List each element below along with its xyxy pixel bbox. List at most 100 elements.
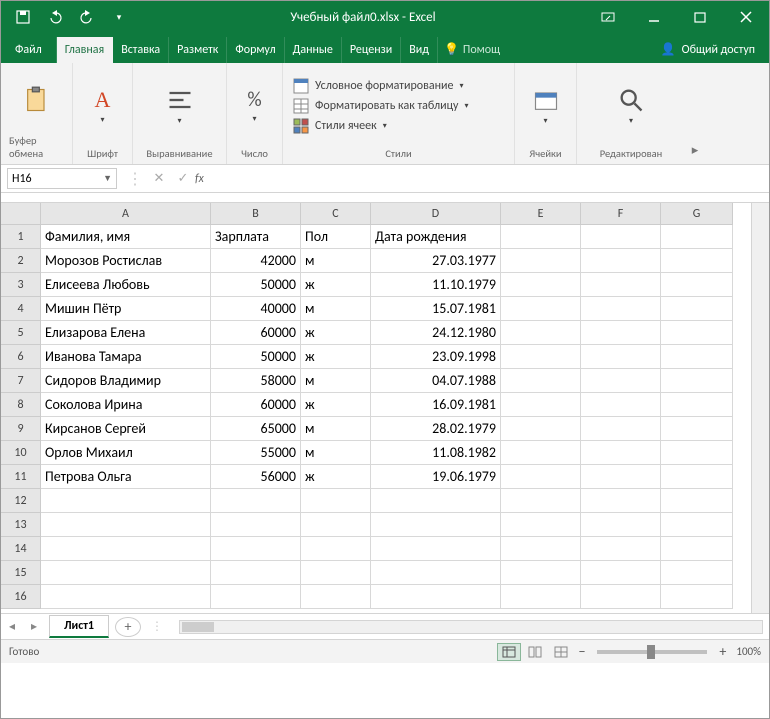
- cell[interactable]: [661, 297, 733, 321]
- cell[interactable]: [661, 249, 733, 273]
- row-header[interactable]: 6: [1, 345, 41, 369]
- row-header[interactable]: 14: [1, 537, 41, 561]
- tab-data[interactable]: Данные: [285, 37, 342, 63]
- cell[interactable]: 50000: [211, 345, 301, 369]
- cell[interactable]: [301, 561, 371, 585]
- chevron-down-icon[interactable]: ▼: [103, 173, 112, 184]
- cell[interactable]: [501, 273, 581, 297]
- formula-input[interactable]: [210, 168, 769, 189]
- ribbon-collapse-icon[interactable]: ▸: [685, 63, 705, 164]
- cell[interactable]: 60000: [211, 393, 301, 417]
- cell[interactable]: [211, 561, 301, 585]
- cell[interactable]: 15.07.1981: [371, 297, 501, 321]
- cell[interactable]: [41, 537, 211, 561]
- row-header[interactable]: 9: [1, 417, 41, 441]
- cell[interactable]: [581, 465, 661, 489]
- cell[interactable]: [371, 489, 501, 513]
- cell[interactable]: 40000: [211, 297, 301, 321]
- cell[interactable]: 58000: [211, 369, 301, 393]
- cell[interactable]: [661, 345, 733, 369]
- cells-button[interactable]: ▾: [528, 84, 564, 128]
- cell[interactable]: [371, 561, 501, 585]
- cell[interactable]: [371, 585, 501, 609]
- cell[interactable]: 23.09.1998: [371, 345, 501, 369]
- cell[interactable]: [501, 393, 581, 417]
- vertical-scrollbar[interactable]: [751, 203, 769, 613]
- tab-formulas[interactable]: Формул: [227, 37, 284, 63]
- cell[interactable]: 65000: [211, 417, 301, 441]
- tell-me[interactable]: 💡Помощ: [438, 36, 506, 63]
- minimize-icon[interactable]: [631, 2, 677, 32]
- cell[interactable]: [301, 585, 371, 609]
- conditional-formatting-button[interactable]: Условное форматирование▾: [291, 77, 471, 95]
- cell[interactable]: [301, 513, 371, 537]
- row-header[interactable]: 16: [1, 585, 41, 609]
- redo-icon[interactable]: [73, 5, 101, 29]
- cell[interactable]: м: [301, 297, 371, 321]
- view-page-layout-icon[interactable]: [523, 643, 547, 661]
- cell[interactable]: 04.07.1988: [371, 369, 501, 393]
- row-header[interactable]: 13: [1, 513, 41, 537]
- cell[interactable]: [501, 225, 581, 249]
- cell-styles-button[interactable]: Стили ячеек▾: [291, 117, 471, 135]
- row-header[interactable]: 10: [1, 441, 41, 465]
- cell[interactable]: [581, 537, 661, 561]
- zoom-out-icon[interactable]: −: [574, 643, 589, 660]
- cell[interactable]: [211, 513, 301, 537]
- row-header[interactable]: 3: [1, 273, 41, 297]
- view-page-break-icon[interactable]: [549, 643, 573, 661]
- cell[interactable]: [211, 489, 301, 513]
- cell[interactable]: ж: [301, 345, 371, 369]
- cell[interactable]: [41, 585, 211, 609]
- view-normal-icon[interactable]: [497, 643, 521, 661]
- number-format-button[interactable]: %▾: [243, 86, 265, 126]
- cell[interactable]: [581, 585, 661, 609]
- cell[interactable]: [581, 273, 661, 297]
- sheet-nav-next-icon[interactable]: ▸: [23, 619, 45, 634]
- cell[interactable]: м: [301, 441, 371, 465]
- cell[interactable]: 16.09.1981: [371, 393, 501, 417]
- cell[interactable]: Орлов Михаил: [41, 441, 211, 465]
- tab-insert[interactable]: Вставка: [113, 37, 169, 63]
- cell[interactable]: [211, 537, 301, 561]
- cell[interactable]: [501, 417, 581, 441]
- row-header[interactable]: 1: [1, 225, 41, 249]
- cell[interactable]: [501, 537, 581, 561]
- fx-icon[interactable]: fx: [195, 172, 204, 186]
- row-header[interactable]: 12: [1, 489, 41, 513]
- col-header[interactable]: G: [661, 203, 733, 225]
- sheet-nav-prev-icon[interactable]: ◂: [1, 619, 23, 634]
- cells-area[interactable]: Фамилия, имяЗарплатаПолДата рожденияМоро…: [41, 225, 733, 609]
- cell[interactable]: м: [301, 417, 371, 441]
- qat-customize-icon[interactable]: ▾: [105, 5, 133, 29]
- cell[interactable]: [581, 393, 661, 417]
- cell[interactable]: Морозов Ростислав: [41, 249, 211, 273]
- col-header[interactable]: E: [501, 203, 581, 225]
- cell[interactable]: Петрова Ольга: [41, 465, 211, 489]
- col-header[interactable]: C: [301, 203, 371, 225]
- undo-icon[interactable]: [41, 5, 69, 29]
- cell[interactable]: 11.08.1982: [371, 441, 501, 465]
- cell[interactable]: [581, 489, 661, 513]
- zoom-slider[interactable]: [597, 650, 707, 654]
- cell[interactable]: 55000: [211, 441, 301, 465]
- cell[interactable]: [501, 489, 581, 513]
- cell[interactable]: [501, 513, 581, 537]
- horizontal-scrollbar[interactable]: [179, 620, 763, 634]
- cell[interactable]: [581, 513, 661, 537]
- col-header[interactable]: D: [371, 203, 501, 225]
- cell[interactable]: [581, 369, 661, 393]
- cell[interactable]: [581, 345, 661, 369]
- cell[interactable]: Мишин Пётр: [41, 297, 211, 321]
- col-header[interactable]: F: [581, 203, 661, 225]
- row-header[interactable]: 5: [1, 321, 41, 345]
- cell[interactable]: Фамилия, имя: [41, 225, 211, 249]
- col-header[interactable]: A: [41, 203, 211, 225]
- cell[interactable]: [41, 513, 211, 537]
- cell[interactable]: [661, 225, 733, 249]
- confirm-formula-icon[interactable]: ✓: [171, 171, 195, 186]
- cell[interactable]: [581, 441, 661, 465]
- cell[interactable]: 11.10.1979: [371, 273, 501, 297]
- cell[interactable]: ж: [301, 321, 371, 345]
- row-header[interactable]: 2: [1, 249, 41, 273]
